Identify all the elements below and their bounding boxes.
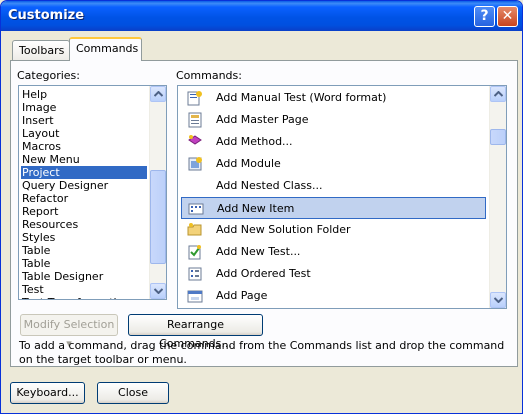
modify-selection-button[interactable]: Modify Selection ▾ [20, 314, 118, 350]
tab-toolbars[interactable]: Toolbars [12, 40, 70, 61]
modify-selection-label: Modify Selection [23, 318, 115, 331]
command-item[interactable]: Add New Solution Folder [181, 219, 486, 241]
command-item[interactable]: Add Nested Class... [181, 175, 486, 197]
category-item[interactable]: Help [21, 88, 147, 101]
command-label: Add New Solution Folder [216, 223, 351, 236]
command-label: Add Ordered Test [216, 267, 311, 280]
categories-label: Categories: [17, 69, 80, 82]
category-item[interactable]: Layout [21, 127, 147, 140]
command-item[interactable]: Add Page [181, 285, 486, 307]
close-window-button[interactable]: ✕ [497, 6, 518, 27]
command-label: Add Module [216, 157, 281, 170]
scroll-down-button[interactable] [150, 283, 166, 299]
category-item[interactable]: Image [21, 101, 147, 114]
command-item[interactable]: Add Method... [181, 131, 486, 153]
customize-dialog: Customize ? ✕ Toolbars Commands Categori… [0, 0, 523, 414]
category-item[interactable]: Resources [21, 218, 147, 231]
category-item[interactable]: Project [21, 166, 147, 179]
command-label: Add New Test... [216, 245, 301, 258]
category-item[interactable]: Refactor [21, 192, 147, 205]
new-item-icon [188, 201, 204, 217]
category-item[interactable]: Text Transformation [21, 296, 147, 299]
command-item[interactable]: Add Ordered Test [181, 263, 486, 285]
window-title: Customize [8, 8, 85, 23]
command-label: Add Nested Class... [216, 179, 323, 192]
scroll-up-button[interactable] [150, 86, 166, 102]
scroll-thumb[interactable] [490, 129, 506, 145]
category-item[interactable]: Report [21, 205, 147, 218]
close-button[interactable]: Close [97, 382, 169, 404]
category-item[interactable]: Query Designer [21, 179, 147, 192]
scroll-down-button[interactable] [490, 292, 506, 308]
command-label: Add Page [216, 289, 268, 302]
category-item[interactable]: Table [21, 244, 147, 257]
scroll-thumb[interactable] [150, 170, 166, 264]
categories-list[interactable]: Help Image Insert Layout Macros New Menu Proje… [18, 85, 167, 300]
chevron-up-icon [154, 91, 163, 97]
command-label: Add Manual Test (Word format) [216, 91, 387, 104]
categories-scrollbar[interactable] [149, 86, 166, 299]
category-item[interactable]: Macros [21, 140, 147, 153]
commands-scrollbar[interactable] [489, 86, 506, 308]
manual-test-icon [187, 90, 203, 106]
category-item[interactable]: Table [21, 257, 147, 270]
title-bar[interactable]: Customize ? ✕ [1, 1, 522, 31]
help-button[interactable]: ? [474, 6, 495, 27]
command-label: Add New Item [217, 202, 295, 215]
method-icon [187, 134, 203, 150]
command-item[interactable]: Add Manual Test (Word format) [181, 87, 486, 109]
chevron-down-icon [154, 288, 163, 294]
ordered-test-icon [187, 266, 203, 282]
command-label: Add Master Page [216, 113, 309, 126]
module-icon [187, 156, 203, 172]
command-item[interactable]: Add Module [181, 153, 486, 175]
commands-label: Commands: [176, 69, 242, 82]
command-label: Add Method... [216, 135, 293, 148]
close-icon: ✕ [501, 8, 514, 24]
scroll-up-button[interactable] [490, 86, 506, 102]
command-item[interactable]: Add Master Page [181, 109, 486, 131]
master-page-icon [187, 112, 203, 128]
help-description: To add a command, drag the command from … [19, 339, 505, 366]
category-item[interactable]: Insert [21, 114, 147, 127]
category-item[interactable]: Test [21, 283, 147, 296]
page-icon [187, 288, 203, 304]
command-item[interactable]: Add New Item [181, 197, 486, 219]
dialog-client: Toolbars Commands Categories: Commands: … [4, 31, 519, 411]
command-item[interactable]: Add New Test... [181, 241, 486, 263]
commands-list[interactable]: Add Manual Test (Word format) Add Master … [177, 85, 507, 309]
help-icon: ? [480, 8, 489, 24]
chevron-down-icon [494, 297, 503, 303]
keyboard-button[interactable]: Keyboard... [10, 382, 85, 404]
category-item[interactable]: New Menu [21, 153, 147, 166]
category-item[interactable]: Styles [21, 231, 147, 244]
new-test-icon [187, 244, 203, 260]
rearrange-commands-button[interactable]: Rearrange Commands... [128, 314, 263, 350]
tab-commands[interactable]: Commands [69, 37, 142, 61]
commands-tab-panel: Categories: Commands: Help Image Insert Lay… [10, 60, 518, 367]
chevron-up-icon [494, 91, 503, 97]
category-item[interactable]: Table Designer [21, 270, 147, 283]
solution-folder-icon [187, 222, 203, 238]
